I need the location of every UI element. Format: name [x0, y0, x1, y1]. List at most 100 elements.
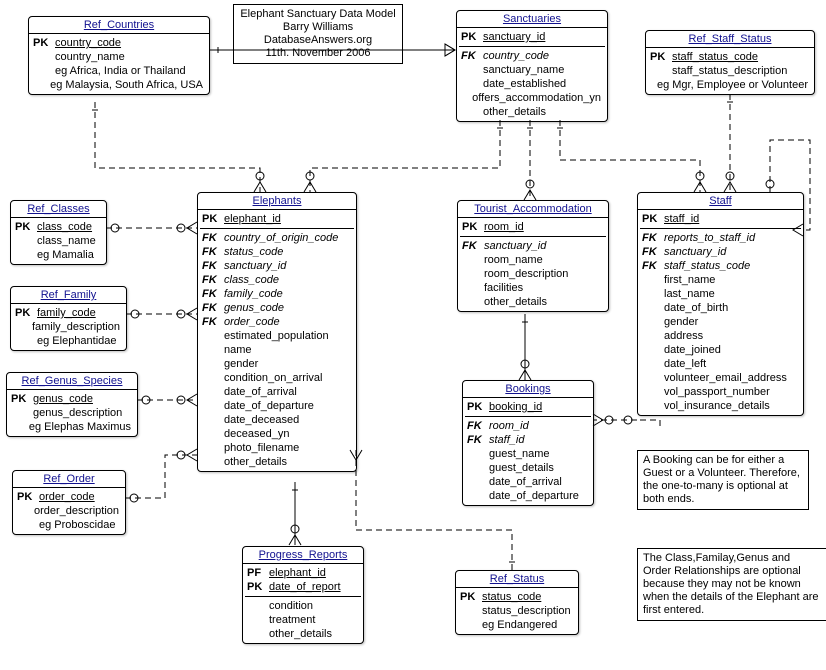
entity-title: Progress_Reports	[243, 547, 363, 564]
entity-field: FKstaff_id	[465, 433, 591, 447]
entity-field: date_of_departure	[465, 489, 591, 503]
entity-title: Ref_Order	[13, 471, 125, 488]
entity-field: guest_name	[465, 447, 591, 461]
entity-field: FKsanctuary_id	[200, 259, 354, 273]
entity-field: FKsanctuary_id	[640, 245, 801, 259]
entity-title: Ref_Staff_Status	[646, 31, 814, 48]
entity-field: PKroom_id	[460, 220, 606, 234]
entity-field: class_name	[13, 234, 104, 248]
entity-progress-reports: Progress_Reports PFelephant_idPKdate_of_r…	[242, 546, 364, 644]
entity-field: status_description	[458, 604, 576, 618]
entity-ref-status: Ref_Status PKstatus_codestatus_descriptio…	[455, 570, 579, 635]
entity-field: date_deceased	[200, 413, 354, 427]
entity-field: date_of_arrival	[200, 385, 354, 399]
entity-field: condition	[245, 599, 361, 613]
entity-field: date_of_arrival	[465, 475, 591, 489]
entity-field: deceased_yn	[200, 427, 354, 441]
entity-field: other_details	[459, 105, 605, 119]
meta-author: Barry Williams	[239, 21, 397, 34]
entity-field: other_details	[460, 295, 606, 309]
entity-title: Ref_Status	[456, 571, 578, 588]
entity-sanctuaries: Sanctuaries PKsanctuary_id FKcountry_codes…	[456, 10, 608, 122]
entity-field: other_details	[200, 455, 354, 469]
entity-tourist-accommodation: Tourist_AccommodationPKroom_idFKsanctuar…	[457, 200, 609, 312]
entity-field: country_name	[31, 50, 207, 64]
entity-field: date_established	[459, 77, 605, 91]
entity-field: FKstatus_code	[200, 245, 354, 259]
entity-staff: StaffPKstaff_idFKreports_to_staff_idFKsa…	[637, 192, 804, 416]
entity-title: Ref_Genus_Species	[7, 373, 137, 390]
meta-site: DatabaseAnswers.org	[239, 34, 397, 47]
entity-field: date_of_birth	[640, 301, 801, 315]
note-booking: A Booking can be for either a Guest or a…	[637, 450, 809, 510]
entity-field: FKcountry_code	[459, 49, 605, 63]
meta-date: 11th. November 2006	[239, 47, 397, 60]
diagram-meta-note: Elephant Sanctuary Data Model Barry Will…	[233, 4, 403, 64]
entity-field: treatment	[245, 613, 361, 627]
entity-field: eg Elephas Maximus	[9, 420, 135, 434]
entity-field: PKstaff_id	[640, 212, 801, 226]
entity-field: date_joined	[640, 343, 801, 357]
entity-field: staff_status_description	[648, 64, 812, 78]
entity-field: PKdate_of_report	[245, 580, 361, 594]
entity-ref-staff-status: Ref_Staff_Status PKstaff_status_codestaff…	[645, 30, 815, 95]
entity-field: vol_insurance_details	[640, 399, 801, 413]
entity-field: name	[200, 343, 354, 357]
entity-field: other_details	[245, 627, 361, 641]
entity-field: FKclass_code	[200, 273, 354, 287]
entity-field: family_description	[13, 320, 124, 334]
entity-field: FKroom_id	[465, 419, 591, 433]
meta-title: Elephant Sanctuary Data Model	[239, 8, 397, 21]
entity-field: FKcountry_of_origin_code	[200, 231, 354, 245]
entity-title: Bookings	[463, 381, 593, 398]
entity-field: address	[640, 329, 801, 343]
entity-field: FKgenus_code	[200, 301, 354, 315]
entity-field: eg Mgr, Employee or Volunteer	[648, 78, 812, 92]
entity-ref-order: Ref_Order PKorder_codeorder_descriptioneg…	[12, 470, 126, 535]
entity-field: sanctuary_name	[459, 63, 605, 77]
entity-field: FKstaff_status_code	[640, 259, 801, 273]
entity-title: Sanctuaries	[457, 11, 607, 28]
entity-field: PKcountry_code	[31, 36, 207, 50]
entity-field: room_description	[460, 267, 606, 281]
entity-field: estimated_population	[200, 329, 354, 343]
entity-field: PKstaff_status_code	[648, 50, 812, 64]
entity-field: condition_on_arrival	[200, 371, 354, 385]
entity-field: room_name	[460, 253, 606, 267]
entity-field: last_name	[640, 287, 801, 301]
entity-field: vol_passport_number	[640, 385, 801, 399]
entity-field: PKorder_code	[15, 490, 123, 504]
entity-field: PKsanctuary_id	[459, 30, 605, 44]
entity-bookings: BookingsPKbooking_idFKroom_idFKstaff_idg…	[462, 380, 594, 506]
entity-ref-family: Ref_FamilyPKfamily_codefamily_descriptio…	[10, 286, 127, 351]
entity-field: PKelephant_id	[200, 212, 354, 226]
entity-field: PKclass_code	[13, 220, 104, 234]
entity-field: photo_filename	[200, 441, 354, 455]
entity-ref-classes: Ref_ClassesPKclass_codeclass_nameeg Mama…	[10, 200, 107, 265]
entity-field: gender	[640, 315, 801, 329]
entity-field: eg Proboscidae	[15, 518, 123, 532]
entity-field: PFelephant_id	[245, 566, 361, 580]
entity-field: date_left	[640, 357, 801, 371]
entity-field: gender	[200, 357, 354, 371]
entity-field: eg Malaysia, South Africa, USA	[31, 78, 207, 92]
entity-title: Staff	[638, 193, 803, 210]
entity-field: guest_details	[465, 461, 591, 475]
entity-ref-countries: Ref_CountriesPKcountry_codecountry_namee…	[28, 16, 210, 95]
entity-field: PKstatus_code	[458, 590, 576, 604]
entity-title: Ref_Family	[11, 287, 126, 304]
entity-field: eg Endangered	[458, 618, 576, 632]
entity-field: date_of_departure	[200, 399, 354, 413]
entity-field: FKsanctuary_id	[460, 239, 606, 253]
entity-field: facilities	[460, 281, 606, 295]
entity-elephants: Elephants PKelephant_id FKcountry_of_origi…	[197, 192, 357, 472]
entity-field: FKfamily_code	[200, 287, 354, 301]
entity-field: order_description	[15, 504, 123, 518]
entity-field: offers_accommodation_yn	[459, 91, 605, 105]
entity-field: PKbooking_id	[465, 400, 591, 414]
entity-field: eg Africa, India or Thailand	[31, 64, 207, 78]
entity-title: Elephants	[198, 193, 356, 210]
entity-field: PKgenus_code	[9, 392, 135, 406]
entity-field: eg Elephantidae	[13, 334, 124, 348]
entity-ref-genus-species: Ref_Genus_SpeciesPKgenus_codegenus_descr…	[6, 372, 138, 437]
